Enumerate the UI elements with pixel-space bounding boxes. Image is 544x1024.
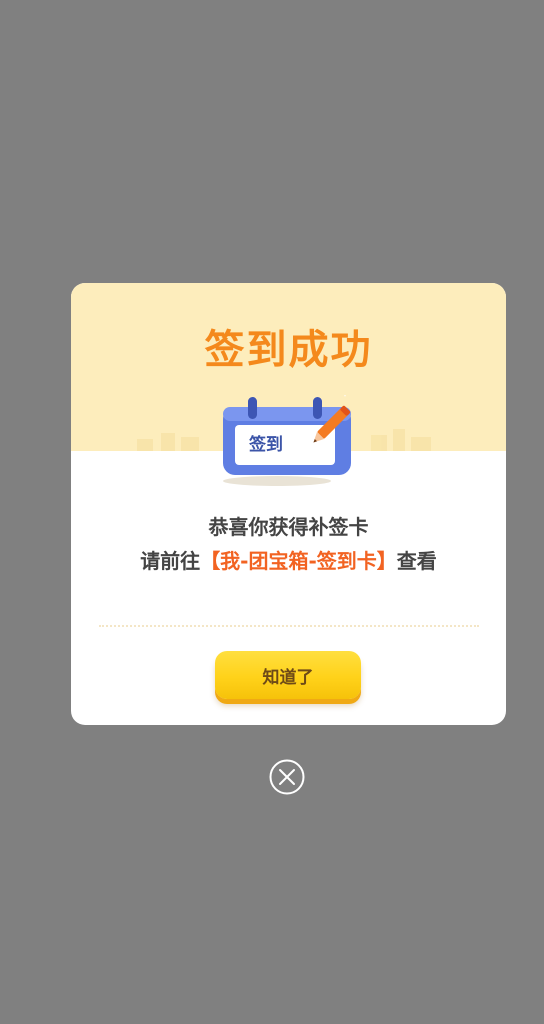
calendar-label: 签到 (249, 435, 283, 455)
hint-prefix: 请前往 (140, 549, 201, 573)
signin-success-dialog: 签到成功 签到 恭喜你获得补签卡 请前往【我-团宝箱-签到卡】查看 知道了 (71, 283, 506, 725)
sparkle-icon (316, 367, 356, 397)
dotted-divider (99, 625, 479, 627)
reward-message: 恭喜你获得补签卡 (208, 515, 369, 539)
dialog-title: 签到成功 (204, 327, 373, 373)
hint-suffix: 查看 (396, 549, 437, 573)
calendar-icon: 签到 (217, 367, 367, 487)
hint-path-link: 【我-团宝箱-签到卡】 (200, 549, 397, 573)
close-icon[interactable] (269, 759, 305, 795)
got-it-button[interactable]: 知道了 (215, 651, 361, 699)
got-it-button-label: 知道了 (262, 667, 314, 688)
navigation-hint: 请前往【我-团宝箱-签到卡】查看 (71, 545, 506, 574)
